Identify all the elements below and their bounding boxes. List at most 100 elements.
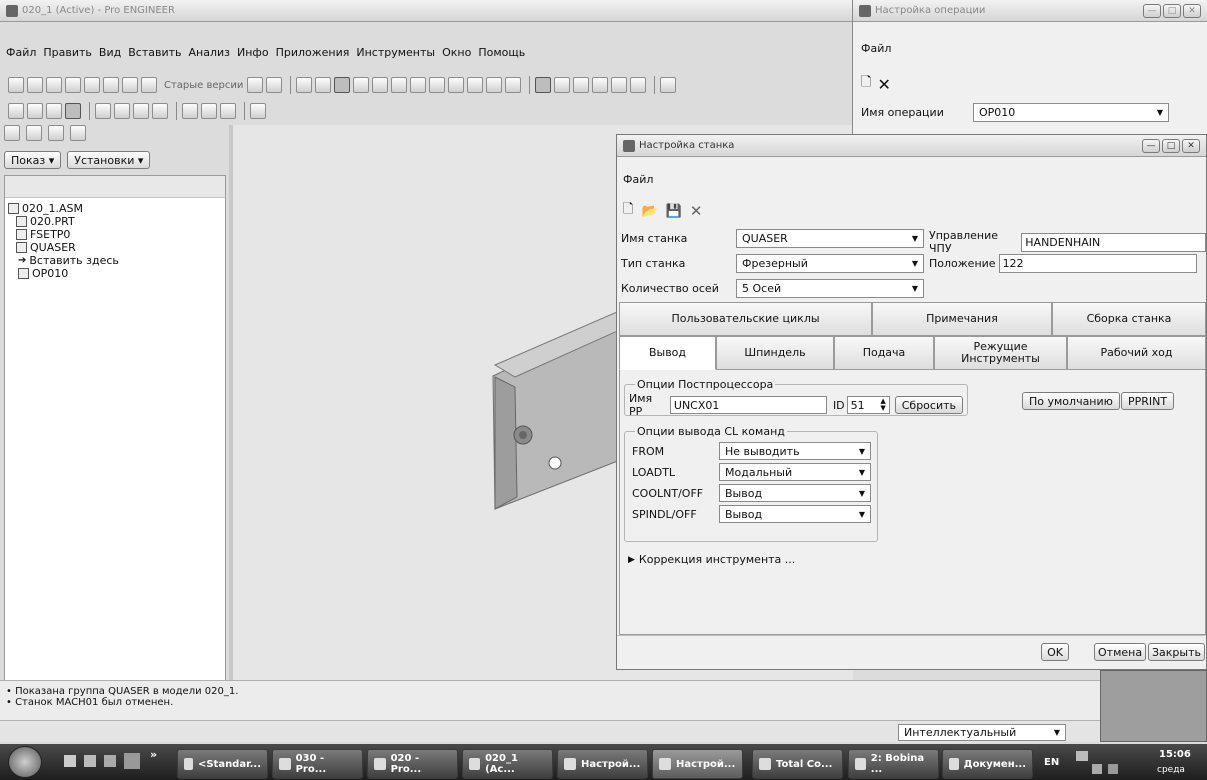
repaint-icon[interactable] <box>486 77 503 93</box>
tree-item[interactable]: 020.PRT <box>8 215 222 228</box>
redo-icon[interactable] <box>27 77 43 93</box>
cnc-input[interactable]: HANDENHAIN <box>1021 232 1206 252</box>
tree-item[interactable]: QUASER <box>8 241 222 254</box>
quicklaunch-icon[interactable] <box>104 755 116 767</box>
refit-icon[interactable] <box>410 77 427 93</box>
appearance-icon[interactable] <box>315 77 332 93</box>
fixture-setup-icon[interactable] <box>133 103 149 119</box>
open-folder-icon[interactable] <box>8 77 24 93</box>
delete-icon[interactable]: ✕ <box>877 75 890 94</box>
datum-axes-icon[interactable] <box>611 77 628 93</box>
axes-select[interactable]: 5 Осей ▼ <box>736 279 924 298</box>
regenerate-manager-icon[interactable] <box>266 77 283 93</box>
model-tree-icon[interactable] <box>505 77 522 93</box>
clock-day[interactable]: среда <box>1157 765 1185 775</box>
menu-file[interactable]: Файл <box>6 46 36 59</box>
tab-cutting-tools[interactable]: Режущие Инструменты <box>934 336 1067 370</box>
backup-icon[interactable] <box>122 77 138 93</box>
close-button[interactable]: Закрыть <box>1148 643 1205 661</box>
loadtl-select[interactable]: Модальный ▼ <box>719 463 871 481</box>
datum-points-icon[interactable] <box>630 77 647 93</box>
datum-planes-icon[interactable] <box>592 77 609 93</box>
taskbar-item[interactable]: 2: Bobina ... <box>848 749 939 779</box>
minimize-icon[interactable]: — <box>1142 138 1160 153</box>
menu-analysis[interactable]: Анализ <box>189 46 231 59</box>
regenerate-icon[interactable] <box>247 77 264 93</box>
menu-window[interactable]: Окно <box>442 46 471 59</box>
print-icon[interactable] <box>141 77 157 93</box>
shading-view-icon[interactable] <box>65 103 81 119</box>
new-file-icon[interactable]: 🗋 <box>623 200 633 222</box>
spinner-arrows-icon[interactable]: ▲ ▼ <box>880 398 885 412</box>
tab-notes[interactable]: Примечания <box>872 302 1052 336</box>
tree-item[interactable]: OP010 <box>8 267 222 280</box>
menu-info[interactable]: Инфо <box>237 46 269 59</box>
taskbar-item[interactable]: Total Co... <box>752 749 843 779</box>
tab-feed[interactable]: Подача <box>834 336 934 370</box>
context-help-icon[interactable] <box>250 103 266 119</box>
spindl-select[interactable]: Вывод ▼ <box>719 505 871 523</box>
selection-filter[interactable]: Интеллектуальный ▼ <box>898 724 1066 741</box>
machine-menu-file[interactable]: Файл <box>623 173 1206 186</box>
menu-edit[interactable]: Править <box>43 46 92 59</box>
view-manager-icon[interactable] <box>296 77 313 93</box>
open-folder-icon[interactable]: 📂 <box>641 204 657 219</box>
start-button[interactable] <box>8 746 42 778</box>
tab-spindle[interactable]: Шпиндель <box>716 336 834 370</box>
tree-item[interactable]: 020_1.ASM <box>8 202 222 215</box>
tab-custom-cycles[interactable]: Пользовательские циклы <box>619 302 872 336</box>
taskbar-item[interactable]: Докумен... <box>942 749 1033 779</box>
default-button[interactable]: По умолчанию <box>1022 392 1120 410</box>
id-spinner[interactable]: 51 ▲ ▼ <box>846 396 890 414</box>
menu-insert[interactable]: Вставить <box>128 46 181 59</box>
zoom-in-icon[interactable] <box>372 77 389 93</box>
menu-view[interactable]: Вид <box>99 46 121 59</box>
taskbar-item[interactable]: Настрой... <box>652 749 743 779</box>
no-hidden-view-icon[interactable] <box>27 103 43 119</box>
op-menu-file[interactable]: Файл <box>861 42 1207 55</box>
pp-name-input[interactable]: UNCX01 <box>669 396 827 414</box>
machine-setup-icon[interactable] <box>95 103 111 119</box>
quicklaunch-overflow-icon[interactable]: » <box>150 748 157 761</box>
show-button[interactable]: Показ ▾ <box>4 151 62 169</box>
tab-machine-assembly[interactable]: Сборка станка <box>1052 302 1206 336</box>
machine-name-select[interactable]: QUASER ▼ <box>736 229 924 248</box>
save-as-icon[interactable] <box>103 77 119 93</box>
tab-travel[interactable]: Рабочий ход <box>1067 336 1206 370</box>
ok-button[interactable]: OK <box>1041 643 1069 661</box>
model-tree-tab-icon[interactable] <box>4 125 20 141</box>
tray-icon[interactable] <box>1108 764 1118 774</box>
delete-icon[interactable]: ✕ <box>690 202 703 220</box>
shaded-display-icon[interactable] <box>535 77 552 93</box>
from-select[interactable]: Не выводить ▼ <box>719 442 871 460</box>
quicklaunch-icon[interactable] <box>124 753 140 769</box>
settings-button[interactable]: Установки ▾ <box>67 151 151 169</box>
window-icon[interactable] <box>182 103 198 119</box>
old-versions-button[interactable]: Старые версии <box>164 80 243 91</box>
coolnt-select[interactable]: Вывод ▼ <box>719 484 871 502</box>
close-icon[interactable]: ✕ <box>1182 138 1200 153</box>
cancel-button[interactable]: Отмена <box>1094 643 1147 661</box>
volume-icon[interactable] <box>1092 764 1102 774</box>
layers-icon[interactable] <box>467 77 484 93</box>
close-icon[interactable]: ✕ <box>1183 3 1201 18</box>
new-file-icon[interactable]: 🗋 <box>861 73 871 95</box>
spin-center-icon[interactable] <box>334 77 351 93</box>
open-icon[interactable] <box>65 77 81 93</box>
hidden-line-view-icon[interactable] <box>8 103 24 119</box>
saved-views-icon[interactable] <box>448 77 465 93</box>
hidden-line-icon[interactable] <box>573 77 590 93</box>
wireframe-display-icon[interactable] <box>554 77 571 93</box>
wireframe-view-icon[interactable] <box>46 103 62 119</box>
undo-icon[interactable] <box>660 77 677 93</box>
maximize-icon[interactable]: □ <box>1162 138 1180 153</box>
clock-time[interactable]: 15:06 <box>1159 749 1191 760</box>
taskbar-item[interactable]: <Standar... <box>177 749 268 779</box>
save-icon[interactable]: 💾 <box>666 204 682 219</box>
maximize-icon[interactable]: □ <box>1163 3 1181 18</box>
minimize-icon[interactable]: — <box>1143 3 1161 18</box>
reset-button[interactable]: Сбросить <box>894 396 963 414</box>
menu-applications[interactable]: Приложения <box>276 46 350 59</box>
folder-browser-tab-icon[interactable] <box>26 125 42 141</box>
zoom-out-icon[interactable] <box>391 77 408 93</box>
